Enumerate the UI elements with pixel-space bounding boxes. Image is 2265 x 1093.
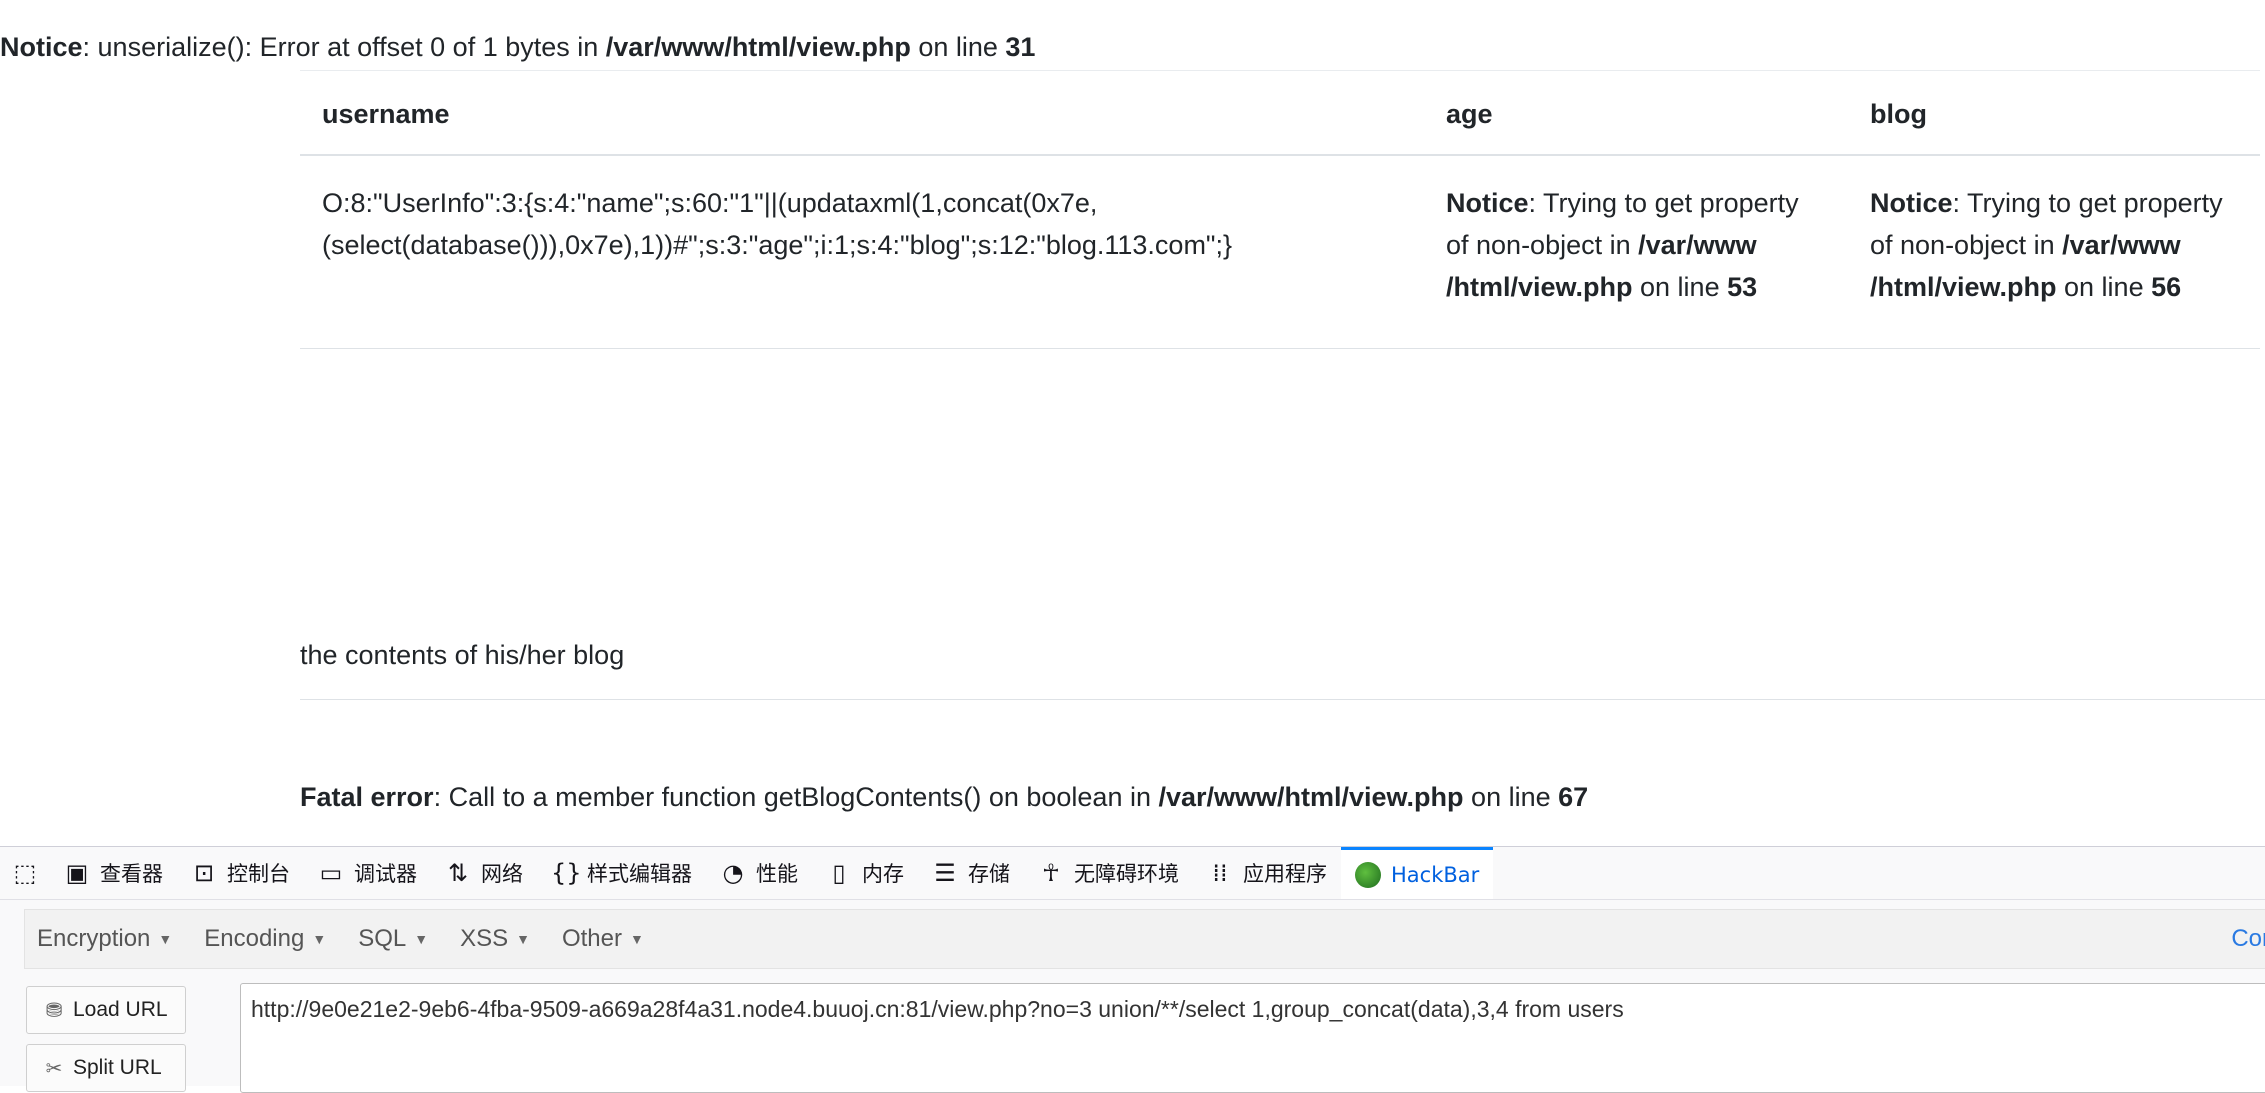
tab-accessibility[interactable]: ☥ 无障碍环境 <box>1024 847 1193 899</box>
memory-icon: ▯ <box>832 859 846 887</box>
tab-debugger-label: 调试器 <box>354 862 417 886</box>
user-info-table: username age blog O:8:"UserInfo":3:{s:4:… <box>300 70 2260 349</box>
username-cell: O:8:"UserInfo":3:{s:4:"name";s:60:"1"||(… <box>300 155 1424 349</box>
tab-storage[interactable]: ☰ 存储 <box>918 847 1024 899</box>
blog-cell: Notice: Trying to get property of non-ob… <box>1848 155 2260 349</box>
fatal-line-number: 67 <box>1558 782 1589 812</box>
scissors-icon: ✂ <box>45 1057 63 1080</box>
load-url-label: Load URL <box>73 998 168 1021</box>
application-icon: ⁞⁞ <box>1212 859 1228 887</box>
blog-notice-label: Notice <box>1870 188 1953 218</box>
tab-network[interactable]: ⇅ 网络 <box>431 847 537 899</box>
console-icon: ⊡ <box>193 859 215 887</box>
age-notice-path-2: /html/view.php <box>1446 272 1633 302</box>
age-notice-line-number: 53 <box>1727 272 1758 302</box>
fatal-label: Fatal error <box>300 782 434 812</box>
menu-sql[interactable]: SQL ▼ <box>346 925 448 953</box>
url-input[interactable]: http://9e0e21e2-9eb6-4fba-9509-a669a28f4… <box>240 983 2265 1093</box>
tab-application[interactable]: ⁞⁞ 应用程序 <box>1193 847 1341 899</box>
menu-other-label: Other <box>561 925 622 952</box>
hackbar-menu: Encryption ▼ Encoding ▼ SQL ▼ XSS ▼ Other ▼ C… <box>24 909 2265 969</box>
menu-other[interactable]: Other ▼ <box>550 925 664 953</box>
accessibility-icon: ☥ <box>1042 859 1060 887</box>
tab-storage-label: 存储 <box>968 862 1010 886</box>
tab-performance[interactable]: ◔ 性能 <box>706 847 812 899</box>
tab-style-editor-label: 样式编辑器 <box>587 862 692 886</box>
tab-performance-label: 性能 <box>756 862 798 886</box>
blog-notice-path-2: /html/view.php <box>1870 272 2057 302</box>
network-icon: ⇅ <box>447 859 469 887</box>
chevron-down-icon: ▼ <box>516 931 530 947</box>
menu-right-link[interactable]: Cor <box>2231 925 2265 953</box>
devtools-toolbar: ⬚ ▣ 查看器 ⊡ 控制台 ▭ 调试器 ⇅ 网络 {} 样式编辑器 ◔ 性能 ▯ 内存 ☰ 存储… <box>0 847 2265 900</box>
storage-icon: ☰ <box>934 859 956 887</box>
chevron-down-icon: ▼ <box>630 931 644 947</box>
page-content: Notice: unserialize(): Error at offset 0… <box>0 0 2265 846</box>
load-icon: ⛃ <box>45 999 63 1022</box>
notice-path: /var/www/html/view.php <box>605 32 911 62</box>
header-age: age <box>1424 70 1848 156</box>
notice-text: : unserialize(): Error at offset 0 of 1 … <box>82 32 606 62</box>
fatal-on-line: on line <box>1463 782 1559 812</box>
tab-hackbar-label: HackBar <box>1391 862 1480 887</box>
notice-label: Notice <box>0 32 83 62</box>
tab-memory[interactable]: ▯ 内存 <box>812 847 918 899</box>
menu-sql-label: SQL <box>358 925 407 952</box>
hackbar-icon <box>1355 861 1381 888</box>
table-header-row: username age blog <box>300 70 2260 156</box>
header-username: username <box>300 70 1424 156</box>
performance-icon: ◔ <box>722 859 744 887</box>
age-notice-on-line: on line <box>1632 272 1728 302</box>
fatal-path: /var/www/html/view.php <box>1158 782 1464 812</box>
notice-line-number: 31 <box>1005 32 1036 62</box>
table-row: O:8:"UserInfo":3:{s:4:"name";s:60:"1"||(… <box>300 155 2260 349</box>
blog-notice-path-1: /var/www <box>2062 230 2181 260</box>
menu-xss-label: XSS <box>460 925 509 952</box>
element-picker-button[interactable]: ⬚ <box>0 847 50 899</box>
notice-on-line: on line <box>910 32 1006 62</box>
menu-encryption-label: Encryption <box>37 925 151 952</box>
tab-inspector-label: 查看器 <box>100 862 163 886</box>
tab-style-editor[interactable]: {} 样式编辑器 <box>537 847 706 899</box>
menu-encoding-label: Encoding <box>204 925 305 952</box>
age-notice-path-1: /var/www <box>1638 230 1757 260</box>
age-notice-label: Notice <box>1446 188 1529 218</box>
tab-accessibility-label: 无障碍环境 <box>1074 862 1179 886</box>
age-cell: Notice: Trying to get property of non-ob… <box>1424 155 1848 349</box>
load-url-button[interactable]: ⛃ Load URL <box>26 986 186 1034</box>
tab-memory-label: 内存 <box>862 862 904 886</box>
blog-contents: the contents of his/her blog <box>300 640 2265 700</box>
notice-message: Notice: unserialize(): Error at offset 0… <box>0 32 1035 63</box>
fatal-text: : Call to a member function getBlogConte… <box>433 782 1159 812</box>
blog-notice-on-line: on line <box>2056 272 2152 302</box>
username-line-2: (select(database())),0x7e),1))#";s:3:"ag… <box>322 230 1233 260</box>
tab-hackbar[interactable]: HackBar <box>1341 847 1494 899</box>
debugger-icon: ▭ <box>319 859 343 887</box>
username-line-1: O:8:"UserInfo":3:{s:4:"name";s:60:"1"||(… <box>322 188 1098 218</box>
tab-debugger[interactable]: ▭ 调试器 <box>304 847 431 899</box>
tab-inspector[interactable]: ▣ 查看器 <box>50 847 177 899</box>
devtools-panel: ⬚ ▣ 查看器 ⊡ 控制台 ▭ 调试器 ⇅ 网络 {} 样式编辑器 ◔ 性能 ▯ 内存 ☰ 存储… <box>0 846 2265 1093</box>
tab-console[interactable]: ⊡ 控制台 <box>177 847 304 899</box>
menu-encoding[interactable]: Encoding ▼ <box>192 925 346 953</box>
inspector-icon: ▣ <box>65 859 89 887</box>
split-url-label: Split URL <box>73 1056 162 1079</box>
chevron-down-icon: ▼ <box>158 931 173 947</box>
tab-application-label: 应用程序 <box>1243 862 1327 886</box>
fatal-error-message: Fatal error: Call to a member function g… <box>300 782 1588 813</box>
chevron-down-icon: ▼ <box>312 931 327 947</box>
tab-network-label: 网络 <box>481 862 523 886</box>
chevron-down-icon: ▼ <box>414 931 429 947</box>
tab-console-label: 控制台 <box>227 862 290 886</box>
style-editor-icon: {} <box>551 859 582 887</box>
blog-notice-line-number: 56 <box>2151 272 2182 302</box>
element-picker-icon: ⬚ <box>13 859 37 887</box>
header-blog: blog <box>1848 70 2260 156</box>
menu-xss[interactable]: XSS ▼ <box>448 925 550 953</box>
menu-encryption[interactable]: Encryption ▼ <box>25 925 192 953</box>
